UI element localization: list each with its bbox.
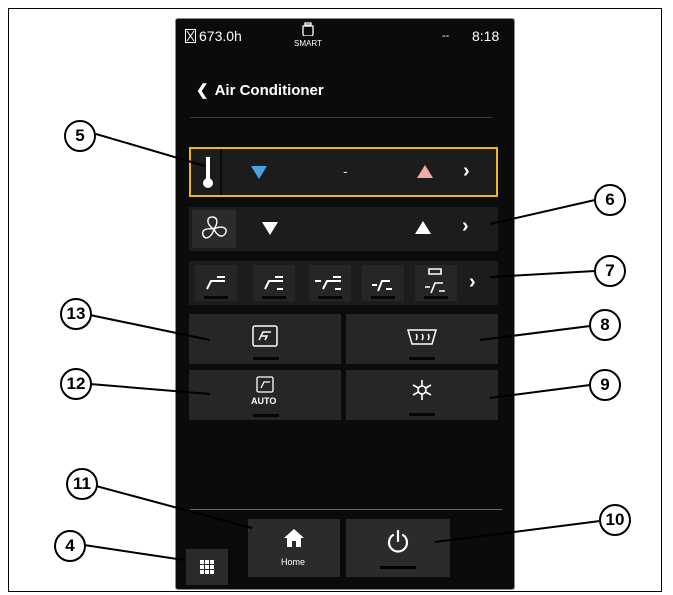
callout-7: 7: [594, 255, 626, 287]
callout-9: 9: [589, 369, 621, 401]
callout-4: 4: [54, 530, 86, 562]
callout-12: 12: [60, 368, 92, 400]
callout-10: 10: [599, 504, 631, 536]
callout-6: 6: [594, 184, 626, 216]
callout-8: 8: [589, 309, 621, 341]
callout-11: 11: [66, 468, 98, 500]
callout-13: 13: [60, 298, 92, 330]
callout-leaders: [83, 133, 601, 561]
callout-5: 5: [64, 120, 96, 152]
